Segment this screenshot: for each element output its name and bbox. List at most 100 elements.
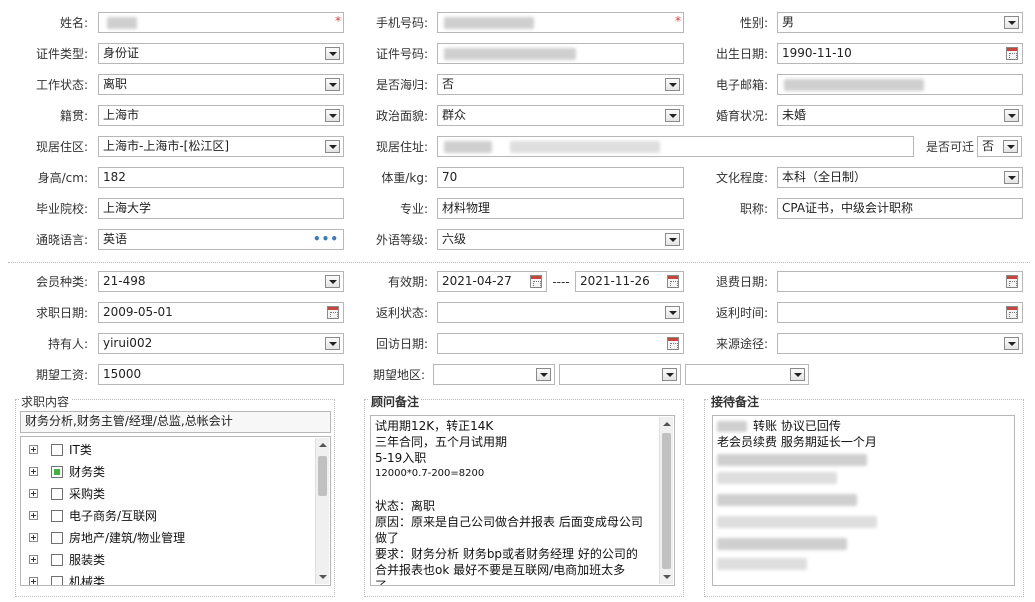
calendar-icon[interactable]: [530, 275, 542, 288]
chevron-down-icon[interactable]: [665, 306, 680, 319]
political-value: 群众: [442, 108, 467, 122]
email-field[interactable]: [777, 74, 1023, 95]
checkbox[interactable]: [51, 466, 63, 478]
source-select[interactable]: [777, 333, 1023, 354]
calendar-icon[interactable]: [667, 275, 679, 288]
school-value: 上海大学: [103, 201, 152, 215]
valid-from-field[interactable]: 2021-04-27: [437, 271, 547, 292]
id-no-field[interactable]: [437, 43, 684, 64]
calendar-icon[interactable]: [667, 337, 679, 350]
checkbox[interactable]: [51, 488, 63, 500]
work-status-select[interactable]: 离职: [98, 74, 344, 95]
title-field[interactable]: CPA证书，中级会计职称: [777, 198, 1023, 219]
gender-select[interactable]: 男: [777, 12, 1023, 33]
residence-area-select[interactable]: 上海市-上海市-[松江区]: [98, 136, 344, 157]
chevron-down-icon[interactable]: [325, 47, 340, 60]
checkbox[interactable]: [51, 510, 63, 522]
calendar-icon[interactable]: [1006, 306, 1018, 319]
weight-field[interactable]: 70: [437, 167, 684, 188]
chevron-down-icon[interactable]: [1004, 337, 1019, 350]
marital-select[interactable]: 未婚: [777, 105, 1023, 126]
expand-icon[interactable]: [29, 445, 38, 454]
chevron-down-icon[interactable]: [662, 368, 677, 381]
salary-field[interactable]: 15000: [98, 364, 344, 385]
rebate-time-field[interactable]: [777, 302, 1023, 323]
chevron-down-icon[interactable]: [1004, 16, 1019, 29]
chevron-down-icon[interactable]: [665, 233, 680, 246]
job-date-field[interactable]: 2009-05-01: [98, 302, 344, 323]
chevron-down-icon[interactable]: [665, 109, 680, 122]
tree-scrollbar[interactable]: [315, 438, 329, 584]
scroll-thumb[interactable]: [662, 433, 671, 569]
returnee-select[interactable]: 否: [437, 74, 684, 95]
rebate-status-select[interactable]: [437, 302, 684, 323]
expand-icon[interactable]: [29, 577, 38, 585]
scroll-down-icon[interactable]: [663, 575, 671, 579]
chevron-down-icon[interactable]: [665, 78, 680, 91]
region-district-select[interactable]: [685, 364, 809, 385]
valid-to-field[interactable]: 2021-11-26: [575, 271, 684, 292]
job-category-tree[interactable]: IT类 财务类 采购类 电子商务/互联网 房地产/建筑/物业管理 服装类 机械类: [20, 436, 331, 586]
chevron-down-icon[interactable]: [1003, 140, 1018, 153]
scroll-up-icon[interactable]: [663, 422, 671, 426]
chevron-down-icon[interactable]: [325, 275, 340, 288]
chevron-down-icon[interactable]: [790, 368, 805, 381]
fl-level-select[interactable]: 六级: [437, 229, 684, 250]
expand-icon[interactable]: [29, 489, 38, 498]
holder-value: yirui002: [103, 336, 153, 350]
refund-date-field[interactable]: [777, 271, 1023, 292]
holder-label: 持有人:: [47, 337, 88, 351]
note-line: 做了: [375, 531, 400, 545]
rebate-time-label: 返利时间:: [715, 306, 768, 320]
note-line: [375, 482, 670, 498]
phone-field[interactable]: *: [437, 12, 684, 33]
scroll-down-icon[interactable]: [319, 575, 327, 579]
checkbox[interactable]: [51, 444, 63, 456]
calendar-icon[interactable]: [1006, 47, 1018, 60]
reception-notes-textarea[interactable]: 转账 协议已回传 老会员续费 服务期延长一个月: [712, 415, 1015, 586]
expand-icon[interactable]: [29, 533, 38, 542]
expand-icon[interactable]: [29, 555, 38, 564]
scroll-thumb[interactable]: [318, 456, 327, 496]
political-select[interactable]: 群众: [437, 105, 684, 126]
gender-label: 性别:: [739, 16, 768, 30]
birth-date-field[interactable]: 1990-11-10: [777, 43, 1023, 64]
chevron-down-icon[interactable]: [1004, 171, 1019, 184]
region-city-select[interactable]: [559, 364, 681, 385]
job-content-summary[interactable]: 财务分析,财务主管/经理/总监,总帐会计: [20, 411, 331, 433]
school-field[interactable]: 上海大学: [98, 198, 344, 219]
major-field[interactable]: 材料物理: [437, 198, 684, 219]
region-province-select[interactable]: [433, 364, 555, 385]
id-type-select[interactable]: 身份证: [98, 43, 344, 64]
holder-select[interactable]: yirui002: [98, 333, 344, 354]
checkbox[interactable]: [51, 576, 63, 585]
member-type-select[interactable]: 21-498: [98, 271, 344, 292]
chevron-down-icon[interactable]: [325, 337, 340, 350]
name-field[interactable]: *: [98, 12, 344, 33]
chevron-down-icon[interactable]: [325, 109, 340, 122]
tree-item-label: 房地产/建筑/物业管理: [69, 531, 186, 545]
note-redacted: [717, 516, 877, 528]
more-icon[interactable]: •••: [313, 230, 339, 249]
height-field[interactable]: 182: [98, 167, 344, 188]
note-redacted: [717, 538, 847, 550]
chevron-down-icon[interactable]: [1004, 109, 1019, 122]
checkbox[interactable]: [51, 532, 63, 544]
checkbox[interactable]: [51, 554, 63, 566]
visit-date-field[interactable]: [437, 333, 684, 354]
language-field[interactable]: 英语 •••: [98, 229, 344, 250]
address-field[interactable]: [437, 136, 914, 157]
calendar-icon[interactable]: [1006, 275, 1018, 288]
education-select[interactable]: 本科（全日制）: [777, 167, 1023, 188]
chevron-down-icon[interactable]: [325, 78, 340, 91]
chevron-down-icon[interactable]: [325, 140, 340, 153]
scroll-up-icon[interactable]: [319, 443, 327, 447]
consultant-notes-textarea[interactable]: 试用期12K，转正14K 三年合同，五个月试用期 5-19入职 12000*0.…: [370, 415, 675, 586]
calendar-icon[interactable]: [327, 306, 339, 319]
native-select[interactable]: 上海市: [98, 105, 344, 126]
notes-scrollbar[interactable]: [659, 417, 673, 584]
expand-icon[interactable]: [29, 511, 38, 520]
chevron-down-icon[interactable]: [536, 368, 551, 381]
expand-icon[interactable]: [29, 467, 38, 476]
relocate-select[interactable]: 否: [977, 136, 1022, 157]
